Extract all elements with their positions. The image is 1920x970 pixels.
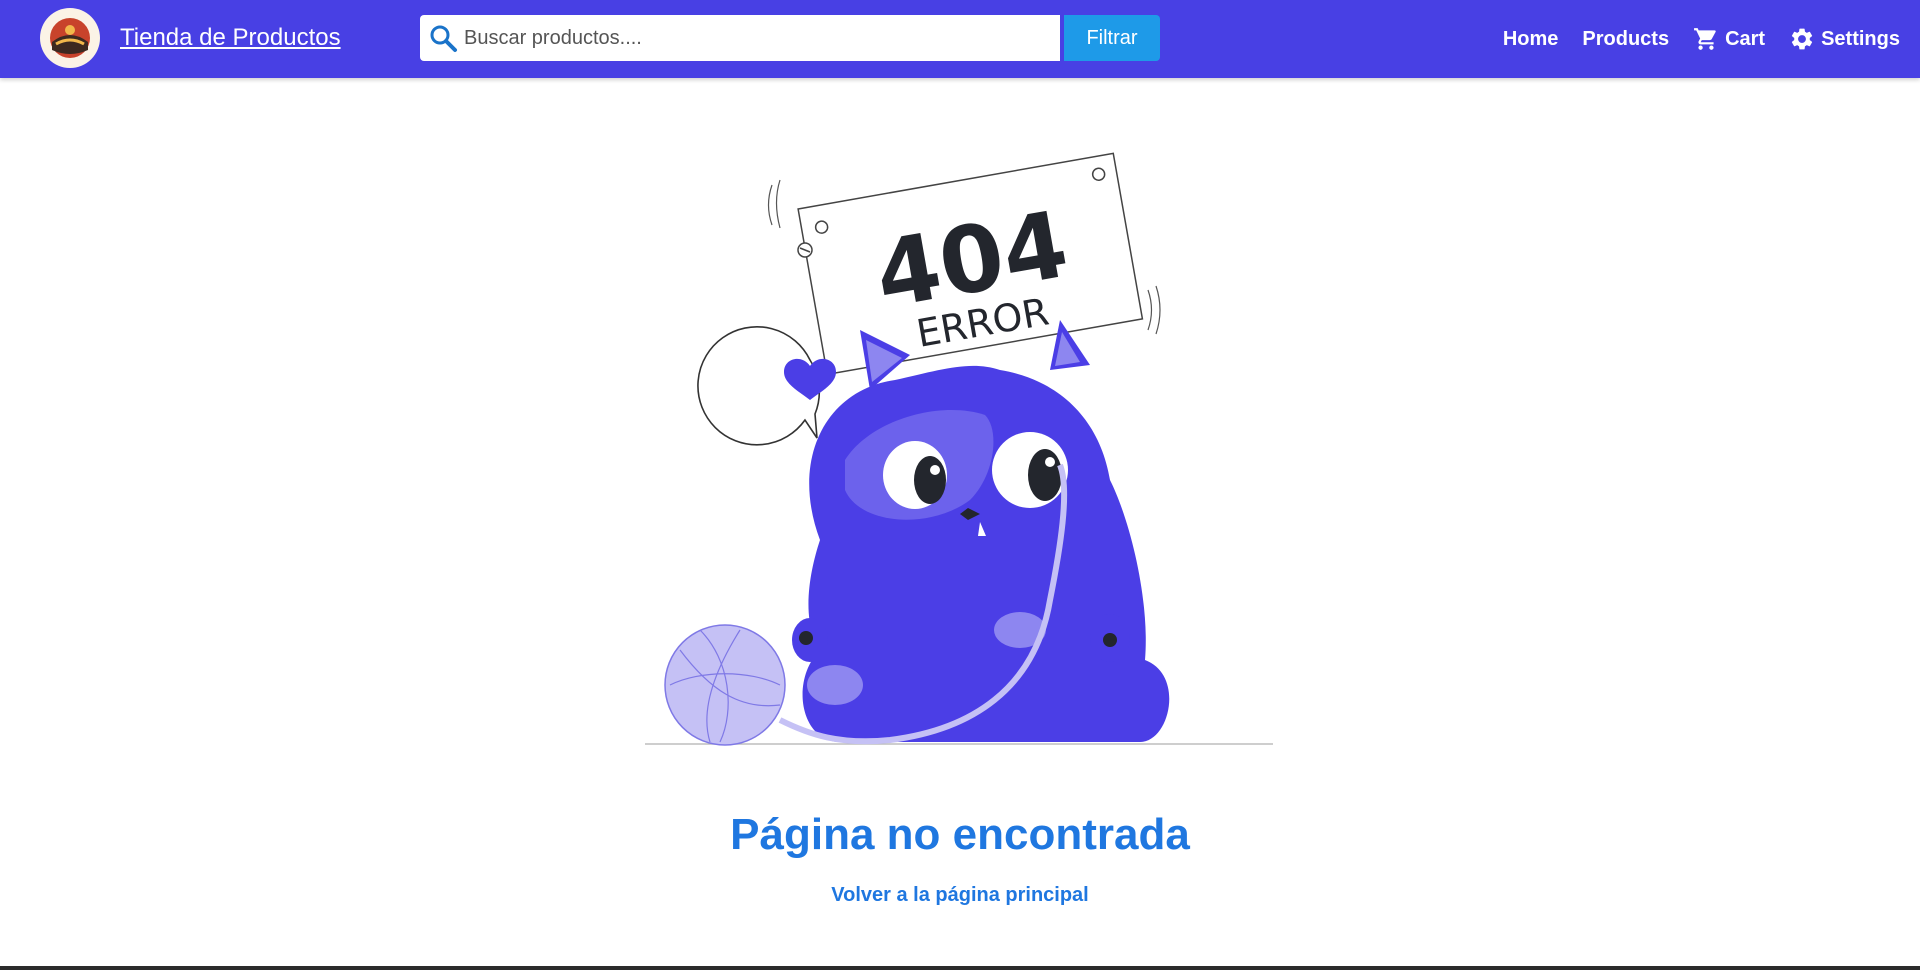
page-title: Página no encontrada — [730, 810, 1190, 859]
error-illustration: 404 ERROR — [645, 152, 1273, 746]
navbar: Tienda de Productos Filtrar Home Product… — [0, 0, 1920, 78]
brand-link[interactable]: Tienda de Productos — [120, 24, 341, 52]
back-home-link[interactable]: Volver a la página principal — [0, 884, 1920, 907]
nav-cart[interactable]: Cart — [1693, 26, 1765, 52]
cat — [778, 320, 1170, 745]
nav-cart-label: Cart — [1725, 27, 1766, 50]
gear-icon — [1791, 28, 1813, 50]
nav-settings[interactable]: Settings — [1789, 26, 1900, 52]
nav-products[interactable]: Products — [1582, 28, 1669, 51]
nav-home[interactable]: Home — [1503, 28, 1559, 51]
nav-settings-label: Settings — [1821, 27, 1900, 50]
bottom-bar — [0, 966, 1920, 970]
screw-icon — [797, 242, 813, 258]
nav-links: Home Products Cart Settings — [1503, 0, 1900, 78]
search-icon — [430, 25, 457, 52]
yarn-ball — [664, 624, 786, 746]
search-box — [420, 15, 1060, 61]
filter-button[interactable]: Filtrar — [1064, 15, 1160, 61]
speech-bubble — [697, 326, 836, 446]
nav-products-label: Products — [1582, 27, 1670, 50]
store-logo-icon[interactable] — [40, 8, 100, 68]
cart-icon — [1694, 28, 1716, 50]
error-sign: 404 ERROR — [797, 152, 1144, 376]
nav-home-label: Home — [1502, 27, 1559, 50]
search-input[interactable] — [464, 15, 1054, 61]
